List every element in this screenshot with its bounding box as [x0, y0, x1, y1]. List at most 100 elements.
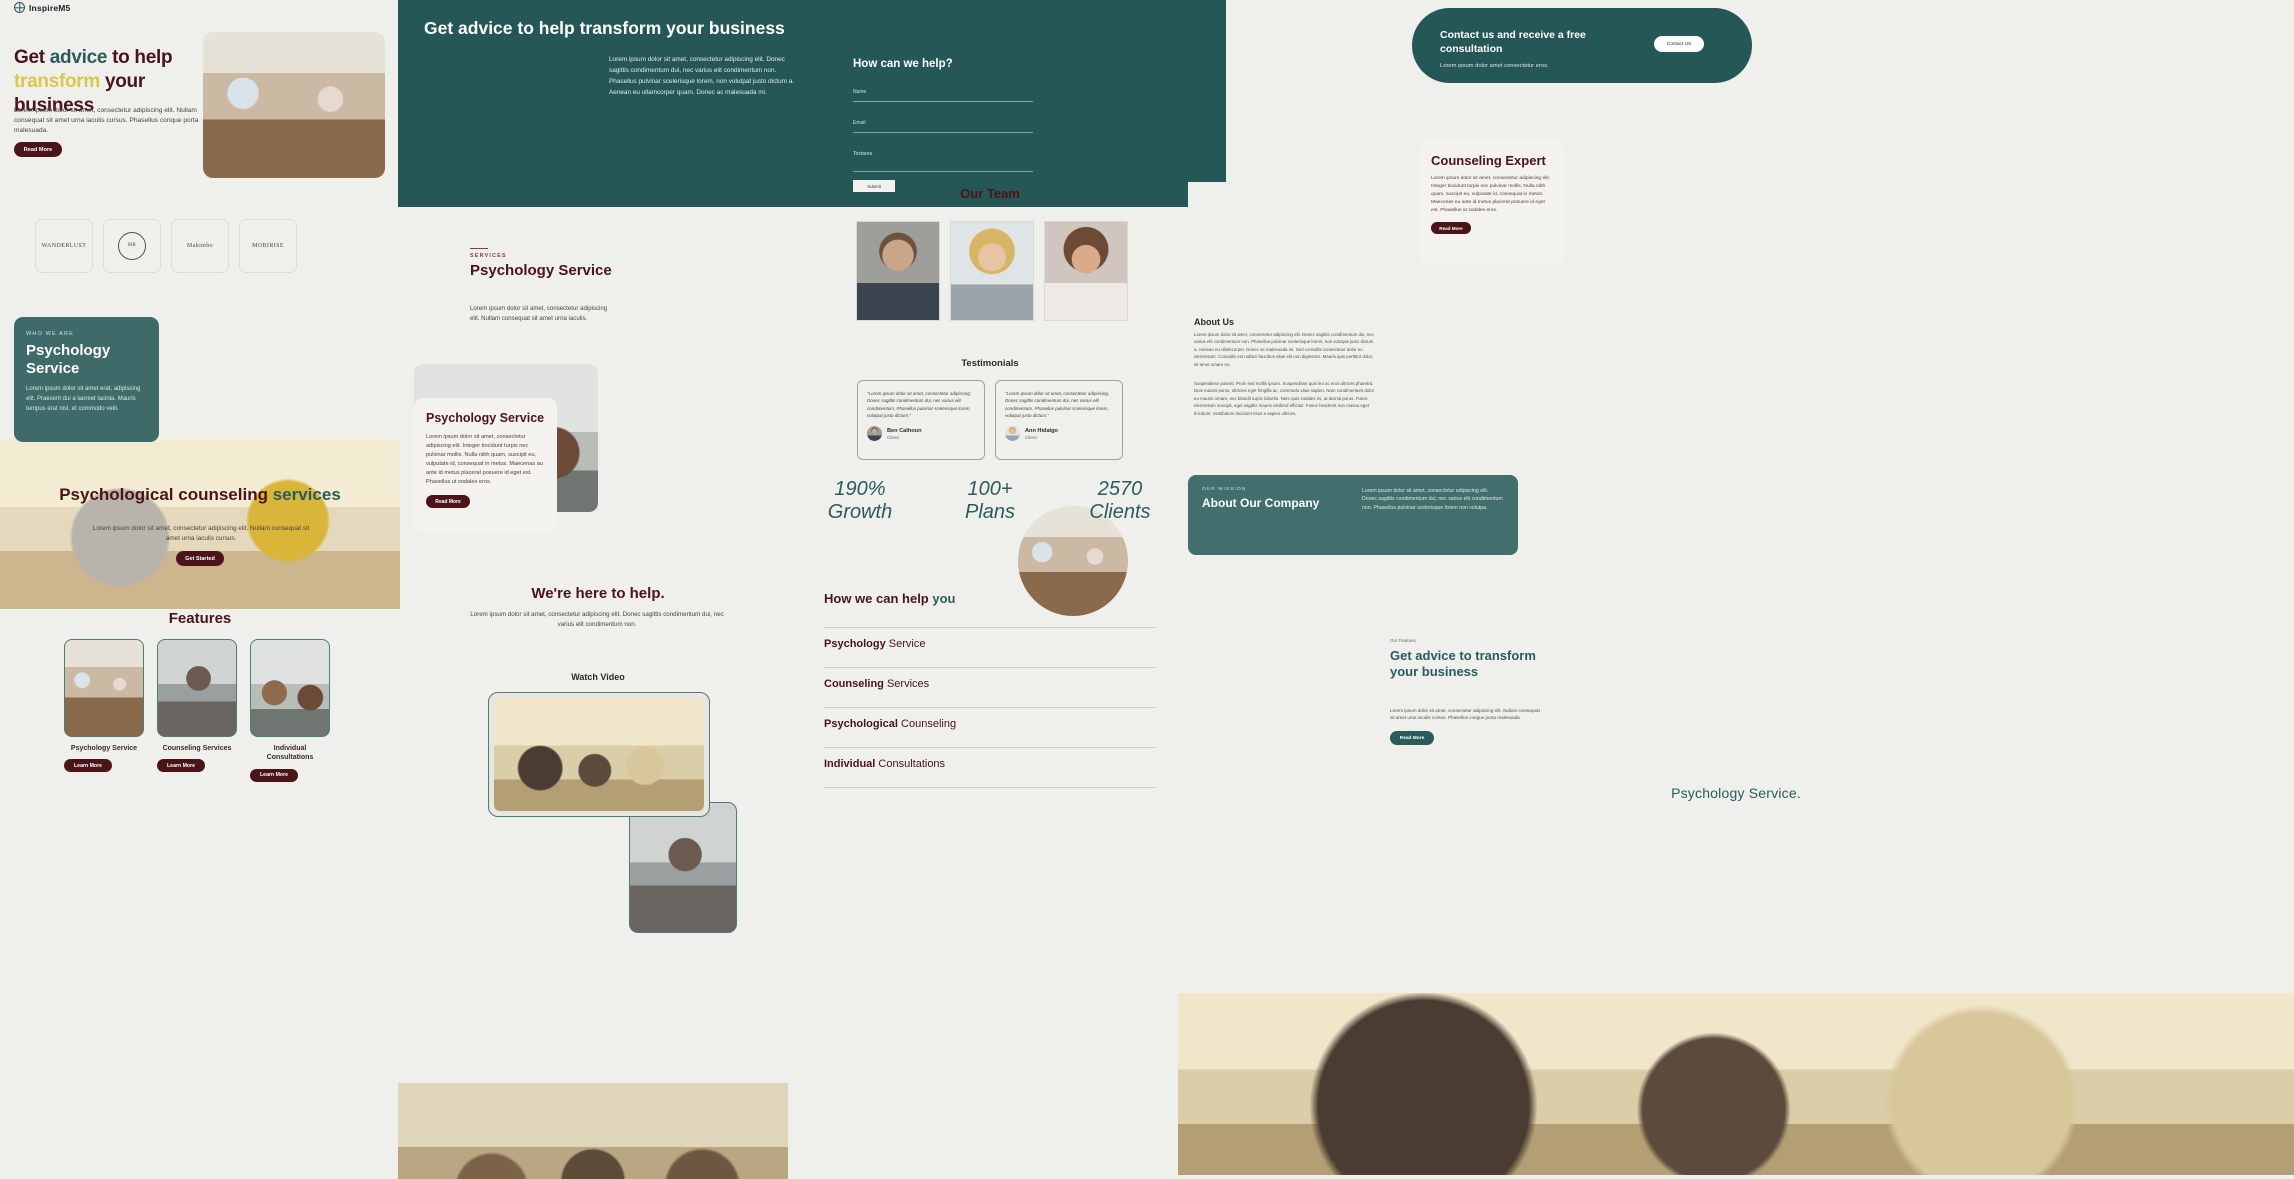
- who-we-are-paragraph: Lorem ipsum dolor sit amet erat, adipisc…: [26, 386, 141, 412]
- services-kicker: SERVICES: [470, 253, 507, 259]
- watch-video-frame[interactable]: [488, 692, 710, 817]
- globe-icon: [14, 2, 25, 13]
- contact-form-heading: How can we help?: [853, 58, 953, 70]
- stat-item: 2570 Clients: [1060, 478, 1180, 524]
- stat-value: 190%: [834, 478, 886, 500]
- how-we-help-heading-accent: you: [932, 591, 956, 606]
- hero-title-p1: Get: [14, 47, 50, 68]
- brand-name: InspireM5: [29, 2, 71, 13]
- how-we-help-item[interactable]: Psychological Counseling: [824, 707, 1156, 730]
- psychology-card-title: Psychology Service: [426, 411, 545, 425]
- testimonial-name: Ann Hidalgo: [1025, 427, 1058, 434]
- how-we-help-item[interactable]: Psychology Service: [824, 627, 1156, 650]
- get-advice-read-more-button[interactable]: Read More: [1390, 731, 1434, 745]
- contact-us-button[interactable]: Contact US: [1654, 36, 1704, 52]
- testimonials-heading: Testimonials: [961, 358, 1019, 369]
- watch-video-thumbnail: [494, 698, 704, 811]
- feature-learn-more-button[interactable]: Learn More: [157, 759, 205, 773]
- feature-title: Psychology Service: [70, 745, 138, 752]
- stat-label: Growth: [827, 501, 893, 523]
- testimonial-quote: "Lorem ipsum dolor sit amet, consectetur…: [1005, 391, 1110, 418]
- help-item-bold: Psychological: [824, 718, 898, 730]
- were-here-heading: We're here to help.: [531, 585, 665, 602]
- feature-image: [157, 639, 237, 737]
- counseling-services-paragraph: Lorem ipsum dolor sit amet, consectetur …: [92, 525, 310, 543]
- feature-card[interactable]: Psychology Service Learn More: [64, 639, 144, 782]
- stat-label: Plans: [964, 501, 1016, 523]
- feature-title: Individual Consultations: [266, 745, 314, 762]
- stat-value: 100+: [967, 478, 1013, 500]
- mr-logo: MR: [118, 232, 146, 260]
- teal-hero-title: Get advice to help transform your busine…: [424, 18, 785, 38]
- client-logo-card: Makimbo: [171, 219, 229, 273]
- cta-banner: Contact us and receive a free consultati…: [1412, 8, 1752, 83]
- textarea-input[interactable]: Textarea: [853, 151, 872, 157]
- feature-card[interactable]: Individual Consultations Learn More: [250, 639, 330, 782]
- wanderlust-logo: WANDERLUST: [41, 242, 87, 249]
- our-team-heading: Our Team: [960, 186, 1020, 201]
- feature-learn-more-button[interactable]: Learn More: [250, 768, 298, 782]
- testimonial-card: "Lorem ipsum dolor sit amet, consectetur…: [857, 380, 985, 460]
- stats-row: 190% Growth 100+ Plans 2570 Clients: [800, 478, 1180, 524]
- testimonial-avatar: [867, 426, 882, 442]
- hero-title-accent2: transform: [14, 70, 100, 92]
- feature-card[interactable]: Counseling Services Learn More: [157, 639, 237, 782]
- help-item-rest: Counseling: [897, 718, 957, 730]
- how-we-help-item[interactable]: Counseling Services: [824, 667, 1156, 690]
- client-logos-row: WANDERLUST MR Makimbo MOBIRISE: [35, 219, 297, 273]
- get-advice-kicker: Our Features: [1390, 638, 1416, 643]
- stat-label: Clients: [1089, 501, 1151, 523]
- teal-side-strip: [1178, 0, 1226, 182]
- feature-title: Counseling Services: [162, 745, 232, 752]
- stat-item: 190% Growth: [800, 478, 920, 524]
- hero-read-more-button[interactable]: Read More: [14, 142, 62, 157]
- cta-subtitle: Lorem ipsum dolor amet consectetur eros.: [1440, 63, 1549, 70]
- who-we-are-card: WHO WE ARE Psychology Service Lorem ipsu…: [14, 317, 159, 442]
- how-we-help-item[interactable]: Individual Consultations: [824, 747, 1156, 770]
- makimbo-logo: Makimbo: [186, 242, 214, 249]
- psychology-card-paragraph: Lorem ipsum dolor sit amet, consectetur …: [426, 434, 543, 486]
- name-input[interactable]: Name: [853, 89, 866, 95]
- how-we-help-heading-main: How we can help: [824, 591, 933, 606]
- features-heading: Features: [168, 610, 232, 627]
- team-member-photo: [856, 221, 940, 321]
- testimonial-card: "Lorem ipsum dolor sit amet, consectetur…: [995, 380, 1123, 460]
- counseling-expert-card: Counseling Expert Lorem ipsum dolor sit …: [1419, 140, 1564, 265]
- feature-learn-more-button[interactable]: Learn More: [64, 759, 112, 773]
- client-logo-card: MOBIRISE: [239, 219, 297, 273]
- hero-image: [203, 32, 385, 178]
- help-item-bold: Individual: [824, 758, 876, 770]
- about-us-paragraph-2: Suspendisse potenti. Proin sed mollis ip…: [1194, 381, 1375, 416]
- services-image: [629, 802, 737, 933]
- footer-text: Psychology Service.: [1671, 785, 1801, 801]
- help-item-rest: Consultations: [875, 758, 946, 770]
- counseling-title-accent: services: [272, 485, 341, 504]
- stat-item: 100+ Plans: [930, 478, 1050, 524]
- who-we-are-title: Psychology Service: [26, 342, 111, 377]
- mission-card: OUR MISSION About Our Company Lorem ipsu…: [1188, 475, 1518, 555]
- help-item-bold: Counseling: [824, 678, 884, 690]
- cta-title: Contact us and receive a free consultati…: [1440, 29, 1586, 56]
- testimonial-quote: "Lorem ipsum dolor sit amet, consectetur…: [867, 391, 972, 418]
- email-input[interactable]: Email: [853, 120, 866, 126]
- mission-kicker: OUR MISSION: [1202, 487, 1247, 492]
- counseling-expert-read-more-button[interactable]: Read More: [1431, 222, 1471, 235]
- services-rule: [470, 248, 488, 250]
- mobirise-logo: MOBIRISE: [252, 242, 284, 249]
- testimonial-avatar: [1005, 426, 1020, 442]
- hero-title-accent1: advice: [49, 47, 108, 68]
- stat-value: 2570: [1097, 478, 1143, 500]
- teal-hero-paragraph: Lorem ipsum dolor sit amet, consectetur …: [609, 56, 795, 96]
- counseling-get-started-button[interactable]: Get Started: [176, 551, 224, 566]
- feature-image: [250, 639, 330, 737]
- psychology-service-card: Psychology Service Lorem ipsum dolor sit…: [414, 398, 557, 533]
- get-advice-title: Get advice to transform your business: [1390, 648, 1536, 679]
- psychology-card-read-more-button[interactable]: Read More: [426, 495, 470, 509]
- team-member-photo: [1044, 221, 1128, 321]
- page-canvas: InspireM5 Home Features About Contacts G…: [0, 0, 2294, 1179]
- counseling-title-main: Psychological counseling: [59, 485, 273, 504]
- mission-title: About Our Company: [1202, 496, 1320, 510]
- who-we-are-kicker: WHO WE ARE: [26, 331, 74, 337]
- counseling-services-title: Psychological counseling services: [0, 484, 400, 505]
- brand-logo[interactable]: InspireM5: [14, 2, 70, 13]
